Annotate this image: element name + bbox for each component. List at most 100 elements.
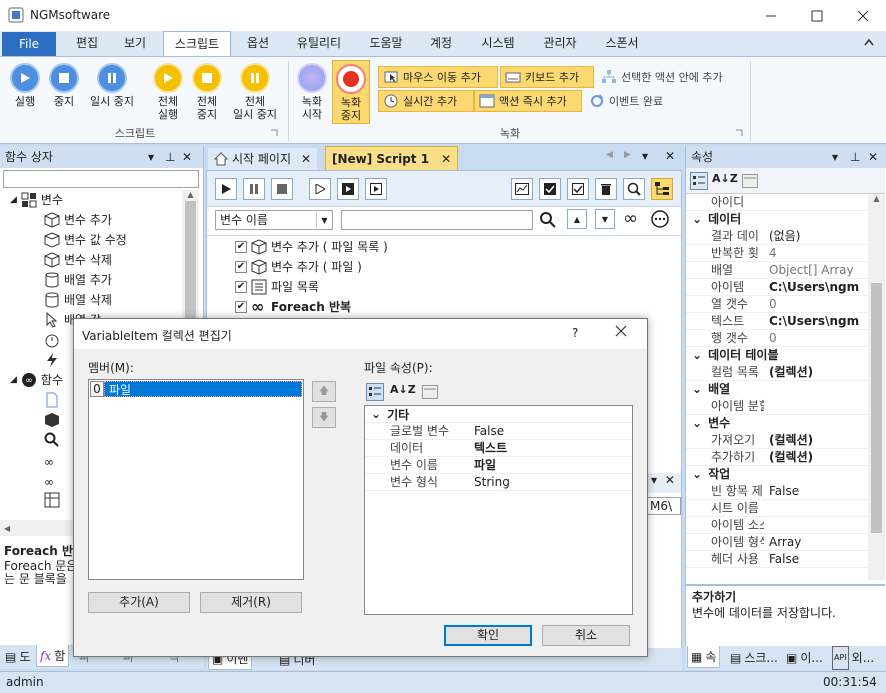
tab-external[interactable]: API 외... [829,646,877,670]
scroll-thumb[interactable] [185,201,196,321]
move-member-down-button[interactable]: 🡇 [312,407,336,428]
dropdown-icon[interactable]: ▾ [832,146,838,168]
step-into-button[interactable] [337,178,359,200]
dialog-prop-row[interactable]: 글로벌 변수 False [365,423,632,440]
pin-icon[interactable]: ⊥ [165,146,175,168]
move-up-button[interactable]: ▲ [567,209,587,229]
dialog-prop-row[interactable]: 데이터 텍스트 [365,440,632,457]
sort-az-icon[interactable]: A↓Z [712,172,738,185]
dropdown-icon[interactable]: ▾ [148,146,154,168]
prop-row[interactable]: 아이템 형식Array [686,534,868,551]
prop-row[interactable]: 헤더 사용 False [686,551,868,568]
dropdown-icon[interactable]: ▼ [316,212,332,228]
menu-options[interactable]: 옵션 [238,31,278,56]
prop-row[interactable]: 빈 항목 제 False [686,483,868,500]
property-scrollbar[interactable]: ▲ [868,194,885,580]
collapse-icon[interactable]: ⌄ [692,381,702,398]
ribbon-collapse-icon[interactable] [864,38,874,46]
prop-row[interactable]: 가져오기 (컬렉션) [686,432,868,449]
tab-images[interactable]: ▣ 이... [783,647,826,669]
collapse-icon[interactable]: ⌄ [692,466,702,483]
stop-script-button[interactable] [271,178,293,200]
run-all-button[interactable]: 전체 실행 [148,63,188,121]
collapse-icon[interactable]: ⌄ [692,347,702,364]
pin-icon[interactable]: ⊥ [850,146,860,168]
event-done-button[interactable]: 이벤트 완료 [585,90,685,112]
scroll-left-icon[interactable]: ◀ [0,524,10,533]
prop-row[interactable]: 시트 이름 [686,500,868,517]
prop-category-data[interactable]: ⌄ 데이터 [686,211,868,228]
close-window-button[interactable] [840,0,886,31]
dropdown-icon[interactable]: ▾ [651,473,657,487]
step-button[interactable] [309,178,331,200]
check-all-button[interactable] [539,178,561,200]
tab-scroll-right-icon[interactable]: ▶ [624,150,631,160]
script-row[interactable]: ✔ 변수 추가 ( 파일 ) [235,257,388,277]
menu-admin[interactable]: 관리자 [534,31,586,56]
menu-account[interactable]: 계정 [420,31,462,56]
path-field[interactable]: M6\ [647,497,681,515]
ok-button[interactable]: 확인 [444,625,532,646]
menu-file[interactable]: File [2,32,56,56]
script-row[interactable]: ✔ 파일 목록 [235,277,388,297]
prop-row[interactable]: 배열 Object[] Array [686,262,868,279]
tab-left-1[interactable]: ▤ 도 [2,646,33,668]
menu-utility[interactable]: 유틸리티 [288,31,350,56]
move-member-up-button[interactable]: 🡅 [312,381,336,402]
prop-row[interactable]: 아이템 C:\Users\ngm [686,279,868,296]
tree-item-add-variable[interactable]: 변수 추가 [0,210,182,230]
tab-scripts[interactable]: ▤ 스크... [727,647,781,669]
minimize-button[interactable] [748,0,794,31]
tree-item-delete-array[interactable]: 배열 삭제 [0,290,182,310]
move-down-button[interactable]: ▼ [595,209,615,229]
prop-category-variable[interactable]: ⌄ 변수 [686,415,868,432]
close-icon[interactable]: ✕ [182,146,192,168]
script-row[interactable]: ✔ ∞ Foreach 반복 [235,297,388,317]
pause-all-button[interactable]: 전체 일시 중지 [226,63,284,121]
run-button[interactable]: 실행 [6,63,44,108]
add-member-button[interactable]: 추가(A) [88,592,190,613]
check-button[interactable] [567,178,589,200]
prop-row[interactable]: 컬럼 목록 (컬렉션) [686,364,868,381]
member-item[interactable]: 0 파일 [90,381,302,397]
collapse-arrow-icon[interactable]: ◢ [10,370,17,390]
tab-scroll-left-icon[interactable]: ◀ [606,150,613,160]
dialog-help-button[interactable]: ? [572,326,578,340]
prop-row[interactable]: 아이템 분할 [686,398,868,415]
dialog-close-button[interactable] [614,324,628,338]
close-icon[interactable]: ✕ [665,473,675,487]
cancel-button[interactable]: 취소 [542,625,630,646]
record-stop-button[interactable]: 녹화 중지 [332,60,370,124]
prop-category-work[interactable]: ⌄ 작업 [686,466,868,483]
close-icon[interactable]: ✕ [665,149,675,163]
pause-script-button[interactable] [243,178,265,200]
step-over-button[interactable] [365,178,387,200]
prop-category-misc[interactable]: ⌄ 기타 [365,406,632,423]
loop-button[interactable]: ∞ [623,209,638,229]
dialog-prop-row[interactable]: 변수 형식 String [365,474,632,491]
record-start-button[interactable]: 녹화 시작 [294,63,330,121]
scroll-up-icon[interactable]: ▲ [868,194,885,203]
prop-row[interactable]: 아이디 [686,194,868,211]
menu-help[interactable]: 도움말 [360,31,412,56]
collapse-icon[interactable]: ⌄ [371,407,381,421]
menu-view[interactable]: 보기 [115,31,155,56]
collapse-icon[interactable]: ⌄ [692,211,702,228]
search-value-input[interactable] [341,210,533,230]
prop-row[interactable]: 열 갯수 0 [686,296,868,313]
dialog-launcher-icon[interactable] [736,129,743,136]
dropdown-icon[interactable]: ▾ [642,149,648,163]
menu-edit[interactable]: 편집 [67,31,107,56]
menu-script[interactable]: 스크립트 [163,31,231,56]
dialog-prop-row[interactable]: 변수 이름 파일 [365,457,632,474]
row-checkbox[interactable]: ✔ [235,261,247,273]
prop-row[interactable]: 행 갯수 0 [686,330,868,347]
sort-az-icon[interactable]: A↓Z [390,383,416,396]
tab-start-page[interactable]: 시작 페이지 ✕ [208,148,318,170]
remove-member-button[interactable]: 제거(R) [200,592,302,613]
collapse-arrow-icon[interactable]: ◢ [10,190,17,210]
tree-item-add-array[interactable]: 배열 추가 [0,270,182,290]
dialog-launcher-icon[interactable] [271,129,278,136]
chart-button[interactable] [511,178,533,200]
more-button[interactable] [651,210,669,228]
